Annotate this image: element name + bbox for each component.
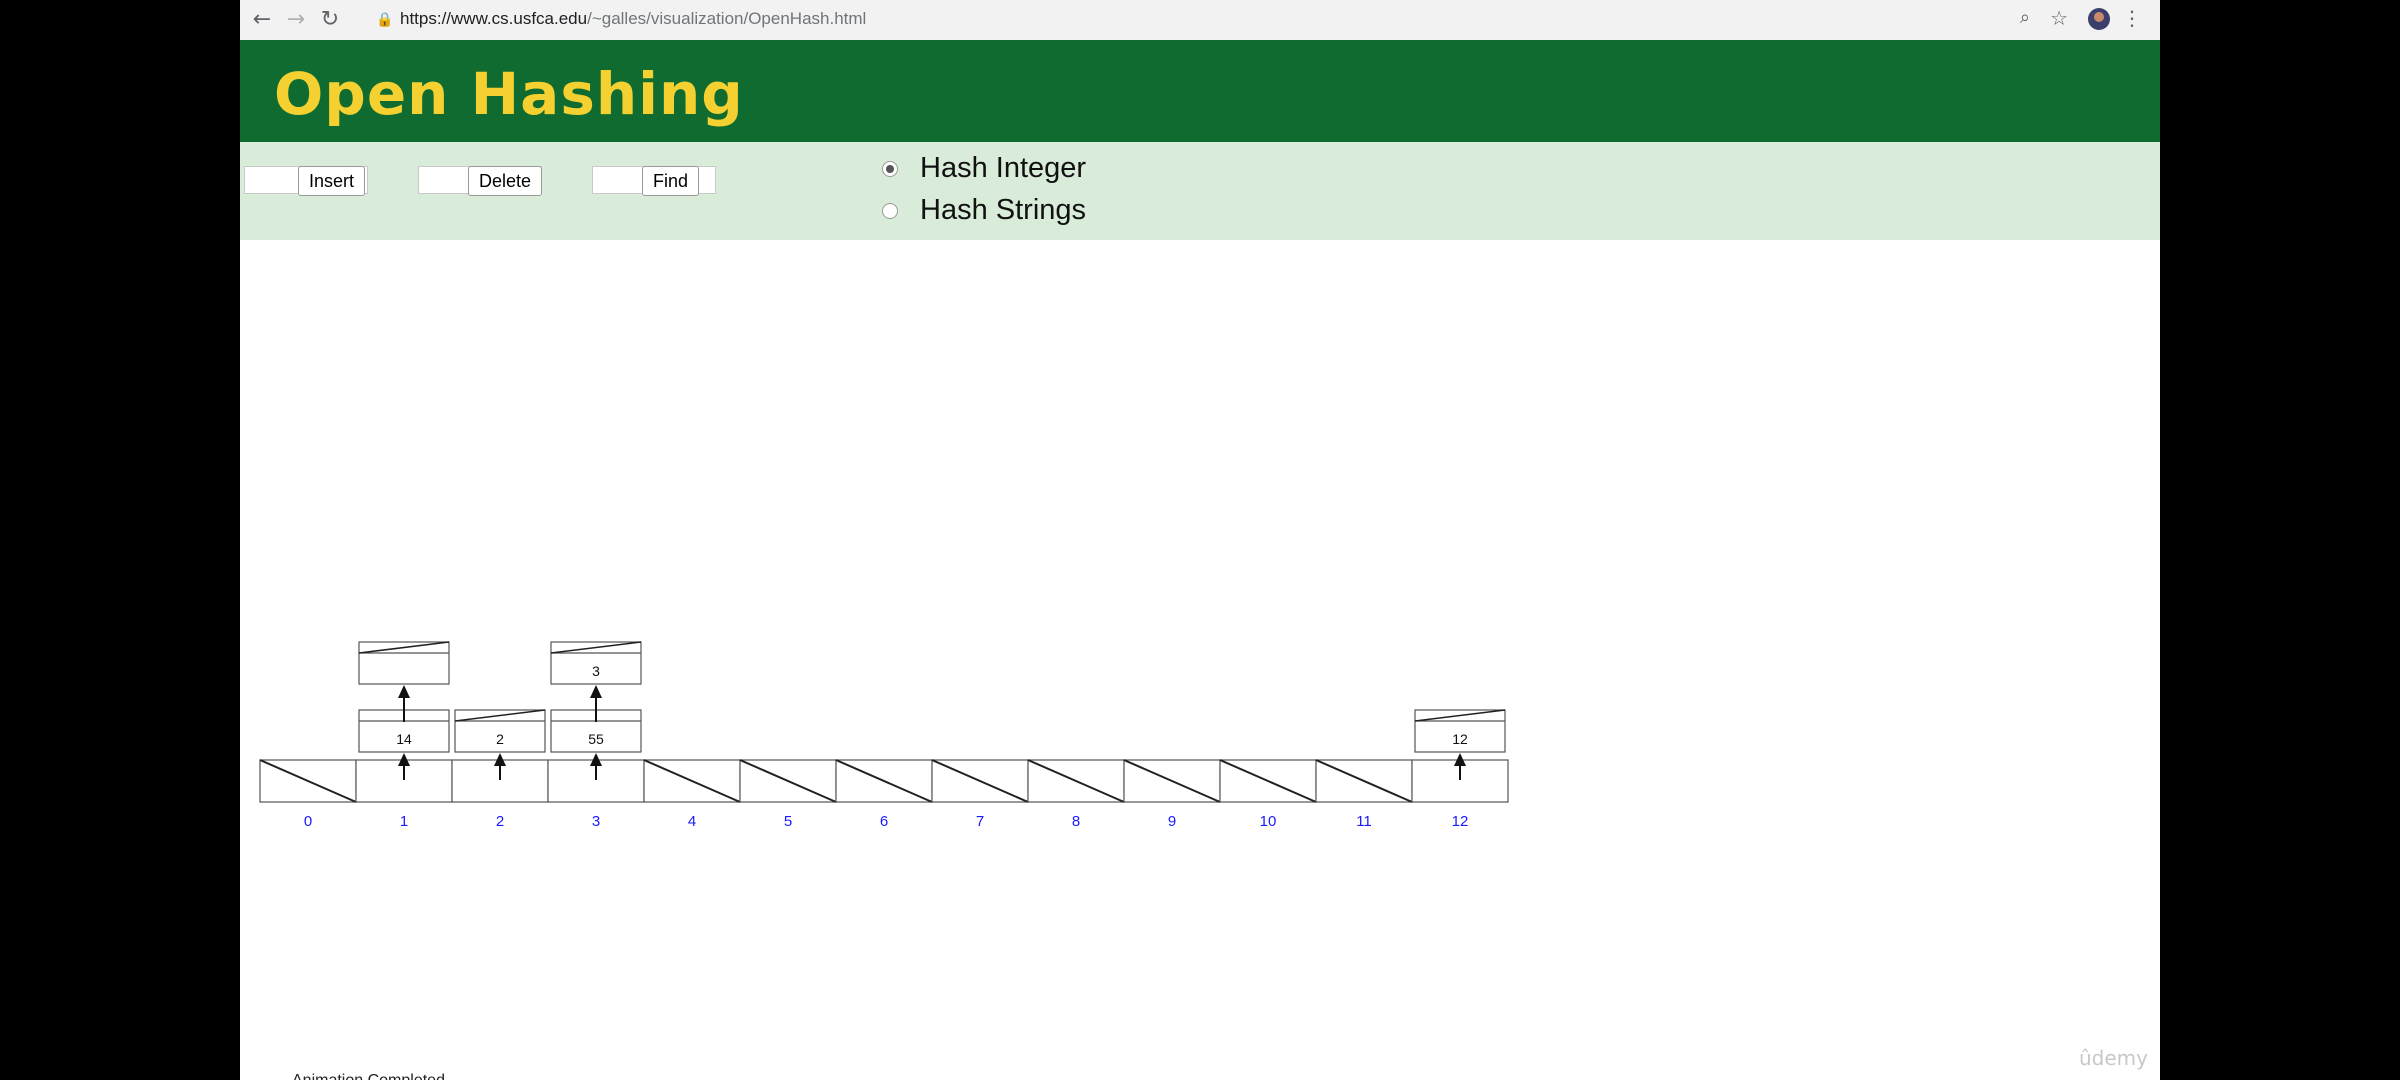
table-index-label: 7 [976,813,984,830]
chain-node-value: 55 [588,731,604,747]
hash-strings-label[interactable]: Hash Strings [920,194,1086,227]
table-index-label: 3 [592,813,600,830]
table-index-label: 6 [880,813,888,830]
hash-strings-radio[interactable] [882,203,898,219]
hash-table-canvas: 0 1 14 2 2 3 55 3 4 5 6 7 8 9 10 11 12 12 [259,641,1509,830]
table-index-label: 0 [304,813,312,830]
profile-avatar[interactable] [2088,8,2110,30]
table-index-label: 9 [1168,813,1176,830]
lock-icon: 🔒 [376,12,394,28]
page-header: Open Hashing [240,40,2160,142]
chain-node-value: 12 [1452,731,1468,747]
chain-arrow-head [398,685,410,698]
table-index-label: 12 [1452,813,1469,830]
reload-icon[interactable]: ↻ [316,6,344,34]
chain-node [358,641,450,685]
table-index-label: 4 [688,813,696,830]
url-path: /~galles/visualization/OpenHash.html [587,9,867,28]
table-index-label: 8 [1072,813,1080,830]
status-message: Animation Completed [292,1072,445,1080]
find-button[interactable]: Find [642,166,700,196]
page-title: Open Hashing [274,60,744,128]
chain-node-value: 14 [396,731,412,747]
chain-node-value: 2 [496,731,504,747]
menu-icon[interactable]: ⋮ [2122,6,2142,30]
hash-integer-radio[interactable] [882,161,898,177]
url-host: https://www.cs.usfca.edu [400,9,588,28]
zoom-icon[interactable]: ⌕ [2020,7,2030,28]
insert-button[interactable]: Insert [298,166,366,196]
table-index-label: 11 [1356,813,1372,830]
chain-node-value: 3 [592,663,600,679]
browser-window: ← → ↻ 🔒 https://www.cs.usfca.edu/~galles… [240,0,2160,1080]
control-bar: Insert Delete Find Hash Integer Hash Str… [240,142,2160,240]
table-index-label: 5 [784,813,792,830]
delete-button[interactable]: Delete [468,166,543,196]
table-index-label: 2 [496,813,504,830]
table-index-label: 1 [400,813,408,830]
browser-toolbar: ← → ↻ 🔒 https://www.cs.usfca.edu/~galles… [240,0,2160,41]
bookmark-star-icon[interactable]: ☆ [2050,6,2068,30]
back-icon[interactable]: ← [248,6,276,34]
hash-integer-label[interactable]: Hash Integer [920,152,1086,185]
forward-icon[interactable]: → [282,6,310,34]
address-bar[interactable]: https://www.cs.usfca.edu/~galles/visuali… [400,8,866,30]
table-index-label: 10 [1260,813,1277,830]
udemy-watermark: ûdemy [2079,1046,2148,1070]
chain-arrow-head [590,685,602,698]
